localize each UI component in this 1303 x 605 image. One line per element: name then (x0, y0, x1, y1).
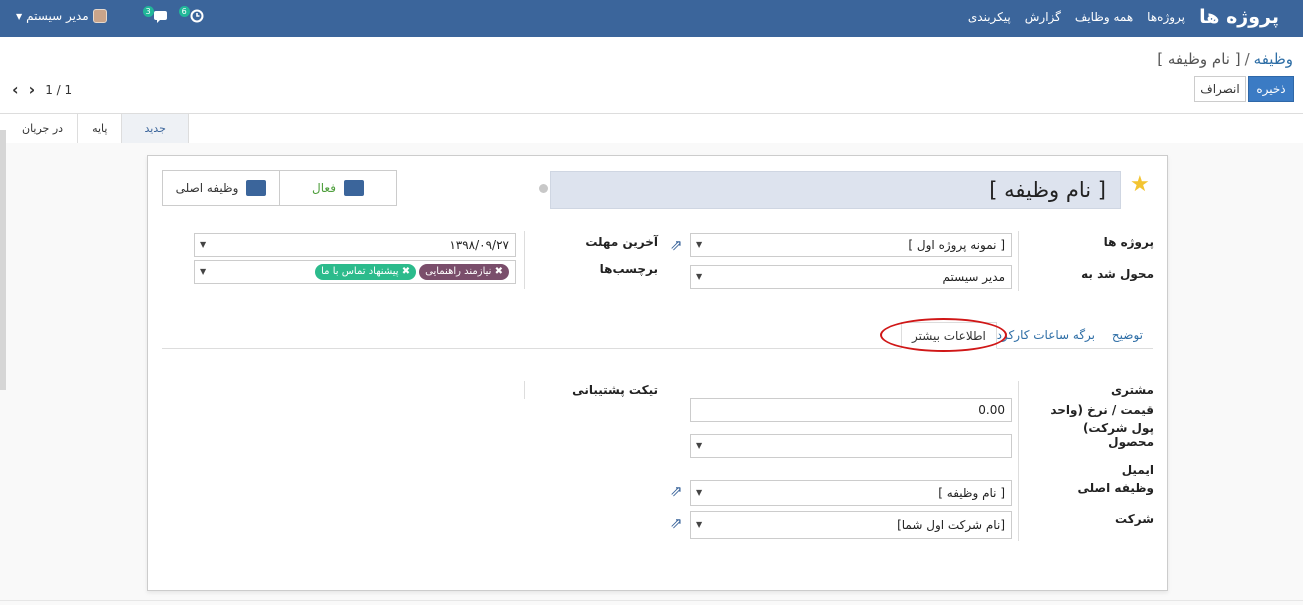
stage-base[interactable]: پایه (78, 114, 123, 143)
tag-list: نیازمند راهنمایی ✖ پیشنهاد تماس با ما ✖ (312, 264, 509, 280)
star-icon[interactable]: ★ (1130, 172, 1150, 197)
pager-value[interactable]: 1 / 1 (45, 83, 72, 97)
deadline-label: آخرین مهلت (585, 235, 658, 249)
menu-projects[interactable]: پروژه‌ها (1147, 10, 1185, 24)
breadcrumb-current: [ نام وظیفه ] (1157, 50, 1241, 68)
menu-reporting[interactable]: گزارش (1025, 10, 1061, 24)
stage-new[interactable]: جدید (122, 114, 189, 143)
tab-timesheets[interactable]: برگه ساعات کارکرد (997, 322, 1095, 349)
external-link-icon[interactable]: ⇗ (670, 482, 683, 500)
external-link-icon[interactable]: ⇗ (670, 514, 683, 532)
stage-in-progress[interactable]: در جریان (8, 114, 79, 143)
product-select[interactable]: ▼ (690, 434, 1012, 458)
tab-description[interactable]: توضیح (1102, 322, 1153, 349)
chevron-right-icon[interactable]: › (29, 80, 36, 99)
parent-task-smart-button[interactable]: وظیفه اصلی (163, 171, 280, 205)
caret-down-icon: ▼ (696, 240, 703, 249)
annotation-highlight (880, 318, 1007, 352)
assigned-label: محول شد به (1081, 267, 1154, 281)
breadcrumb: وظیفه/[ نام وظیفه ] (1157, 50, 1293, 68)
caret-down-icon: ▼ (696, 441, 703, 450)
user-menu[interactable]: ▼ مدیر سیستم (16, 9, 107, 23)
save-button[interactable]: ذخیره (1248, 76, 1294, 102)
discard-button[interactable]: انصراف (1194, 76, 1246, 102)
avatar (92, 9, 107, 23)
kanban-state-dot[interactable] (539, 184, 548, 193)
customer-label: مشتری (1110, 383, 1154, 397)
company-label: شرکت (1115, 512, 1154, 526)
external-link-icon[interactable]: ⇗ (670, 236, 683, 254)
ticket-label: تیکت پشتیبانی (572, 383, 658, 397)
messages-icon[interactable]: 3 (142, 6, 169, 24)
tag-chip[interactable]: نیازمند راهنمایی ✖ (419, 264, 509, 280)
divider (1018, 231, 1019, 291)
parent-task-label: وظیفه اصلی (175, 181, 239, 195)
parent-task-select[interactable]: ▼ [ نام وظیفه ] (690, 480, 1012, 506)
archive-icon (343, 180, 364, 196)
caret-down-icon: ▼ (200, 267, 207, 276)
product-label: محصول (1108, 435, 1154, 449)
smart-buttons: وظیفه اصلی فعال (162, 170, 397, 206)
deadline-input[interactable]: ▼ ۱۳۹۸/۰۹/۲۷ (194, 233, 516, 257)
breadcrumb-separator: / (1244, 50, 1250, 68)
messages-badge: 3 (142, 6, 154, 17)
parent-task-value: [ نام وظیفه ] (938, 486, 1005, 500)
price-label: قیمت / نرخ (واحد پول شرکت) (1050, 403, 1154, 435)
caret-down-icon: ▼ (696, 272, 703, 281)
task-name-input[interactable]: [ نام وظیفه ] (550, 171, 1121, 209)
divider (524, 231, 525, 289)
stage-statusbar: در جریان پایه جدید (8, 114, 189, 143)
breadcrumb-parent[interactable]: وظیفه (1254, 50, 1293, 68)
parent-task-field-label: وظیفه اصلی (1077, 481, 1155, 495)
caret-down-icon: ▼ (696, 488, 703, 497)
divider (524, 381, 525, 399)
main-menu: پروژه‌ها همه وظایف گزارش پیکربندی (968, 10, 1185, 24)
caret-down-icon: ▼ (696, 520, 703, 529)
project-value: [ نمونه پروژه اول ] (908, 238, 1005, 252)
server-icon (246, 180, 267, 196)
menu-all-tasks[interactable]: همه وظایف (1075, 10, 1133, 24)
form-sheet (147, 155, 1168, 591)
assigned-value: مدیر سیستم (942, 270, 1006, 284)
pager: ‹ › 1 / 1 (12, 80, 72, 99)
company-select[interactable]: ▼ [نام شرکت اول شما] (690, 511, 1012, 539)
tags-label: برچسب‌ها (599, 262, 658, 276)
systray: ▼ مدیر سیستم 3 6 (16, 6, 205, 24)
project-select[interactable]: ▼ [ نمونه پروژه اول ] (690, 233, 1012, 257)
price-input[interactable]: 0.00 (690, 398, 1012, 422)
active-label: فعال (312, 181, 336, 195)
scrollbar[interactable] (0, 130, 6, 390)
activity-badge: 6 (178, 6, 190, 17)
app-brand[interactable]: پروژه ها (1199, 6, 1279, 28)
email-label: ایمیل (1121, 463, 1154, 477)
top-navbar: پروژه ها پروژه‌ها همه وظایف گزارش پیکربن… (0, 0, 1303, 37)
divider (0, 600, 1303, 601)
menu-configuration[interactable]: پیکربندی (968, 10, 1011, 24)
caret-down-icon: ▼ (16, 11, 23, 21)
deadline-value: ۱۳۹۸/۰۹/۲۷ (449, 238, 509, 252)
company-value: [نام شرکت اول شما] (897, 518, 1005, 532)
caret-down-icon: ▼ (200, 240, 207, 249)
tags-input[interactable]: ▼ نیازمند راهنمایی ✖ پیشنهاد تماس با ما … (194, 260, 516, 284)
project-label: پروژه ها (1103, 235, 1154, 249)
divider (0, 113, 1303, 114)
chevron-left-icon[interactable]: ‹ (12, 80, 19, 99)
user-name: مدیر سیستم (26, 9, 89, 23)
activity-icon[interactable]: 6 (178, 6, 205, 24)
tag-chip[interactable]: پیشنهاد تماس با ما ✖ (315, 264, 417, 280)
active-toggle-button[interactable]: فعال (280, 171, 396, 205)
divider (1018, 381, 1019, 541)
assigned-select[interactable]: ▼ مدیر سیستم (690, 265, 1012, 289)
